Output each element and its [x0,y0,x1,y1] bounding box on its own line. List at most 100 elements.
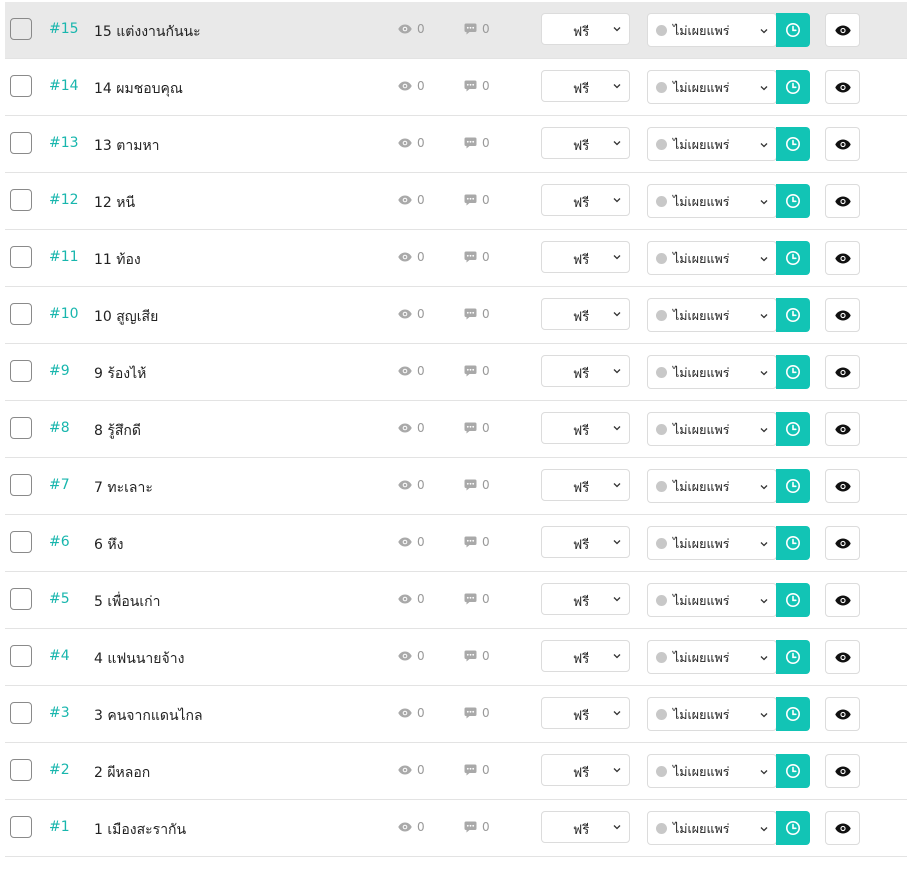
schedule-button[interactable] [776,241,810,275]
episode-title[interactable]: 15 แต่งงานกันนะ [94,21,201,43]
select-checkbox[interactable] [10,18,32,40]
episode-title[interactable]: 3 คนจากแดนไกล [94,705,203,727]
eye-icon [834,652,851,662]
select-checkbox[interactable] [10,816,32,838]
select-checkbox[interactable] [10,702,32,724]
preview-button[interactable] [825,355,860,389]
episode-title[interactable]: 12 หนี [94,192,135,214]
preview-button[interactable] [825,241,860,275]
schedule-button[interactable] [776,526,810,560]
schedule-button[interactable] [776,754,810,788]
schedule-button[interactable] [776,583,810,617]
publish-status-select[interactable]: ไม่เผยแพร่ [647,127,777,161]
price-select[interactable]: ฟรี [541,526,630,558]
select-checkbox[interactable] [10,417,32,439]
episode-title[interactable]: 1 เมืองสะรากัน [94,819,186,841]
select-checkbox[interactable] [10,246,32,268]
episode-title[interactable]: 10 สูญเสีย [94,306,158,328]
schedule-button[interactable] [776,70,810,104]
select-checkbox[interactable] [10,132,32,154]
clock-icon [786,194,800,208]
publish-status-value: ไม่เผยแพร่ [673,422,730,437]
view-count-value: 0 [417,307,425,321]
episode-title[interactable]: 7 ทะเลาะ [94,477,153,499]
episode-title[interactable]: 13 ตามหา [94,135,160,157]
publish-status-select[interactable]: ไม่เผยแพร่ [647,70,777,104]
schedule-button[interactable] [776,13,810,47]
preview-button[interactable] [825,754,860,788]
episode-title[interactable]: 9 ร้องไห้ [94,363,146,385]
episode-title[interactable]: 2 ผีหลอก [94,762,150,784]
publish-status-select[interactable]: ไม่เผยแพร่ [647,697,777,731]
schedule-button[interactable] [776,298,810,332]
preview-button[interactable] [825,640,860,674]
episode-title[interactable]: 5 เพื่อนเก่า [94,591,160,613]
price-select[interactable]: ฟรี [541,127,630,159]
preview-button[interactable] [825,412,860,446]
episode-title[interactable]: 11 ท้อง [94,249,141,271]
publish-status-select[interactable]: ไม่เผยแพร่ [647,355,777,389]
select-checkbox[interactable] [10,75,32,97]
select-checkbox[interactable] [10,531,32,553]
price-select[interactable]: ฟรี [541,583,630,615]
price-select[interactable]: ฟรี [541,184,630,216]
select-checkbox[interactable] [10,189,32,211]
preview-button[interactable] [825,583,860,617]
schedule-button[interactable] [776,355,810,389]
schedule-button[interactable] [776,412,810,446]
episode-title[interactable]: 14 ผมชอบคุณ [94,78,183,100]
schedule-button[interactable] [776,469,810,503]
preview-button[interactable] [825,127,860,161]
publish-status-select[interactable]: ไม่เผยแพร่ [647,640,777,674]
preview-button[interactable] [825,526,860,560]
price-select[interactable]: ฟรี [541,811,630,843]
comment-count-value: 0 [482,535,490,549]
price-select[interactable]: ฟรี [541,469,630,501]
price-select[interactable]: ฟรี [541,355,630,387]
price-select[interactable]: ฟรี [541,640,630,672]
schedule-button[interactable] [776,811,810,845]
price-select[interactable]: ฟรี [541,298,630,330]
publish-status-select[interactable]: ไม่เผยแพร่ [647,184,777,218]
publish-status-select[interactable]: ไม่เผยแพร่ [647,13,777,47]
select-checkbox[interactable] [10,759,32,781]
preview-button[interactable] [825,184,860,218]
select-checkbox[interactable] [10,588,32,610]
publish-status-select[interactable]: ไม่เผยแพร่ [647,412,777,446]
price-select[interactable]: ฟรี [541,754,630,786]
preview-button[interactable] [825,469,860,503]
price-select[interactable]: ฟรี [541,13,630,45]
schedule-button[interactable] [776,697,810,731]
publish-status-select[interactable]: ไม่เผยแพร่ [647,754,777,788]
preview-button[interactable] [825,298,860,332]
publish-status-select[interactable]: ไม่เผยแพร่ [647,241,777,275]
chevron-down-icon [613,768,621,773]
price-select[interactable]: ฟรี [541,241,630,273]
comment-icon [464,194,477,206]
episode-title[interactable]: 8 รู้สึกดี [94,420,141,442]
publish-status-value: ไม่เผยแพร่ [673,821,730,836]
publish-status-select[interactable]: ไม่เผยแพร่ [647,811,777,845]
eye-icon [398,252,412,262]
publish-status-select[interactable]: ไม่เผยแพร่ [647,298,777,332]
preview-button[interactable] [825,811,860,845]
select-checkbox[interactable] [10,303,32,325]
publish-status-select[interactable]: ไม่เผยแพร่ [647,469,777,503]
select-checkbox[interactable] [10,474,32,496]
episode-title[interactable]: 6 หึง [94,534,123,556]
preview-button[interactable] [825,70,860,104]
price-select[interactable]: ฟรี [541,412,630,444]
price-select[interactable]: ฟรี [541,697,630,729]
episode-title[interactable]: 4 แฟนนายจ้าง [94,648,184,670]
comment-count-value: 0 [482,79,490,93]
preview-button[interactable] [825,13,860,47]
select-checkbox[interactable] [10,360,32,382]
preview-button[interactable] [825,697,860,731]
publish-status-select[interactable]: ไม่เผยแพร่ [647,583,777,617]
schedule-button[interactable] [776,127,810,161]
schedule-button[interactable] [776,640,810,674]
publish-status-select[interactable]: ไม่เผยแพร่ [647,526,777,560]
schedule-button[interactable] [776,184,810,218]
select-checkbox[interactable] [10,645,32,667]
price-select[interactable]: ฟรี [541,70,630,102]
